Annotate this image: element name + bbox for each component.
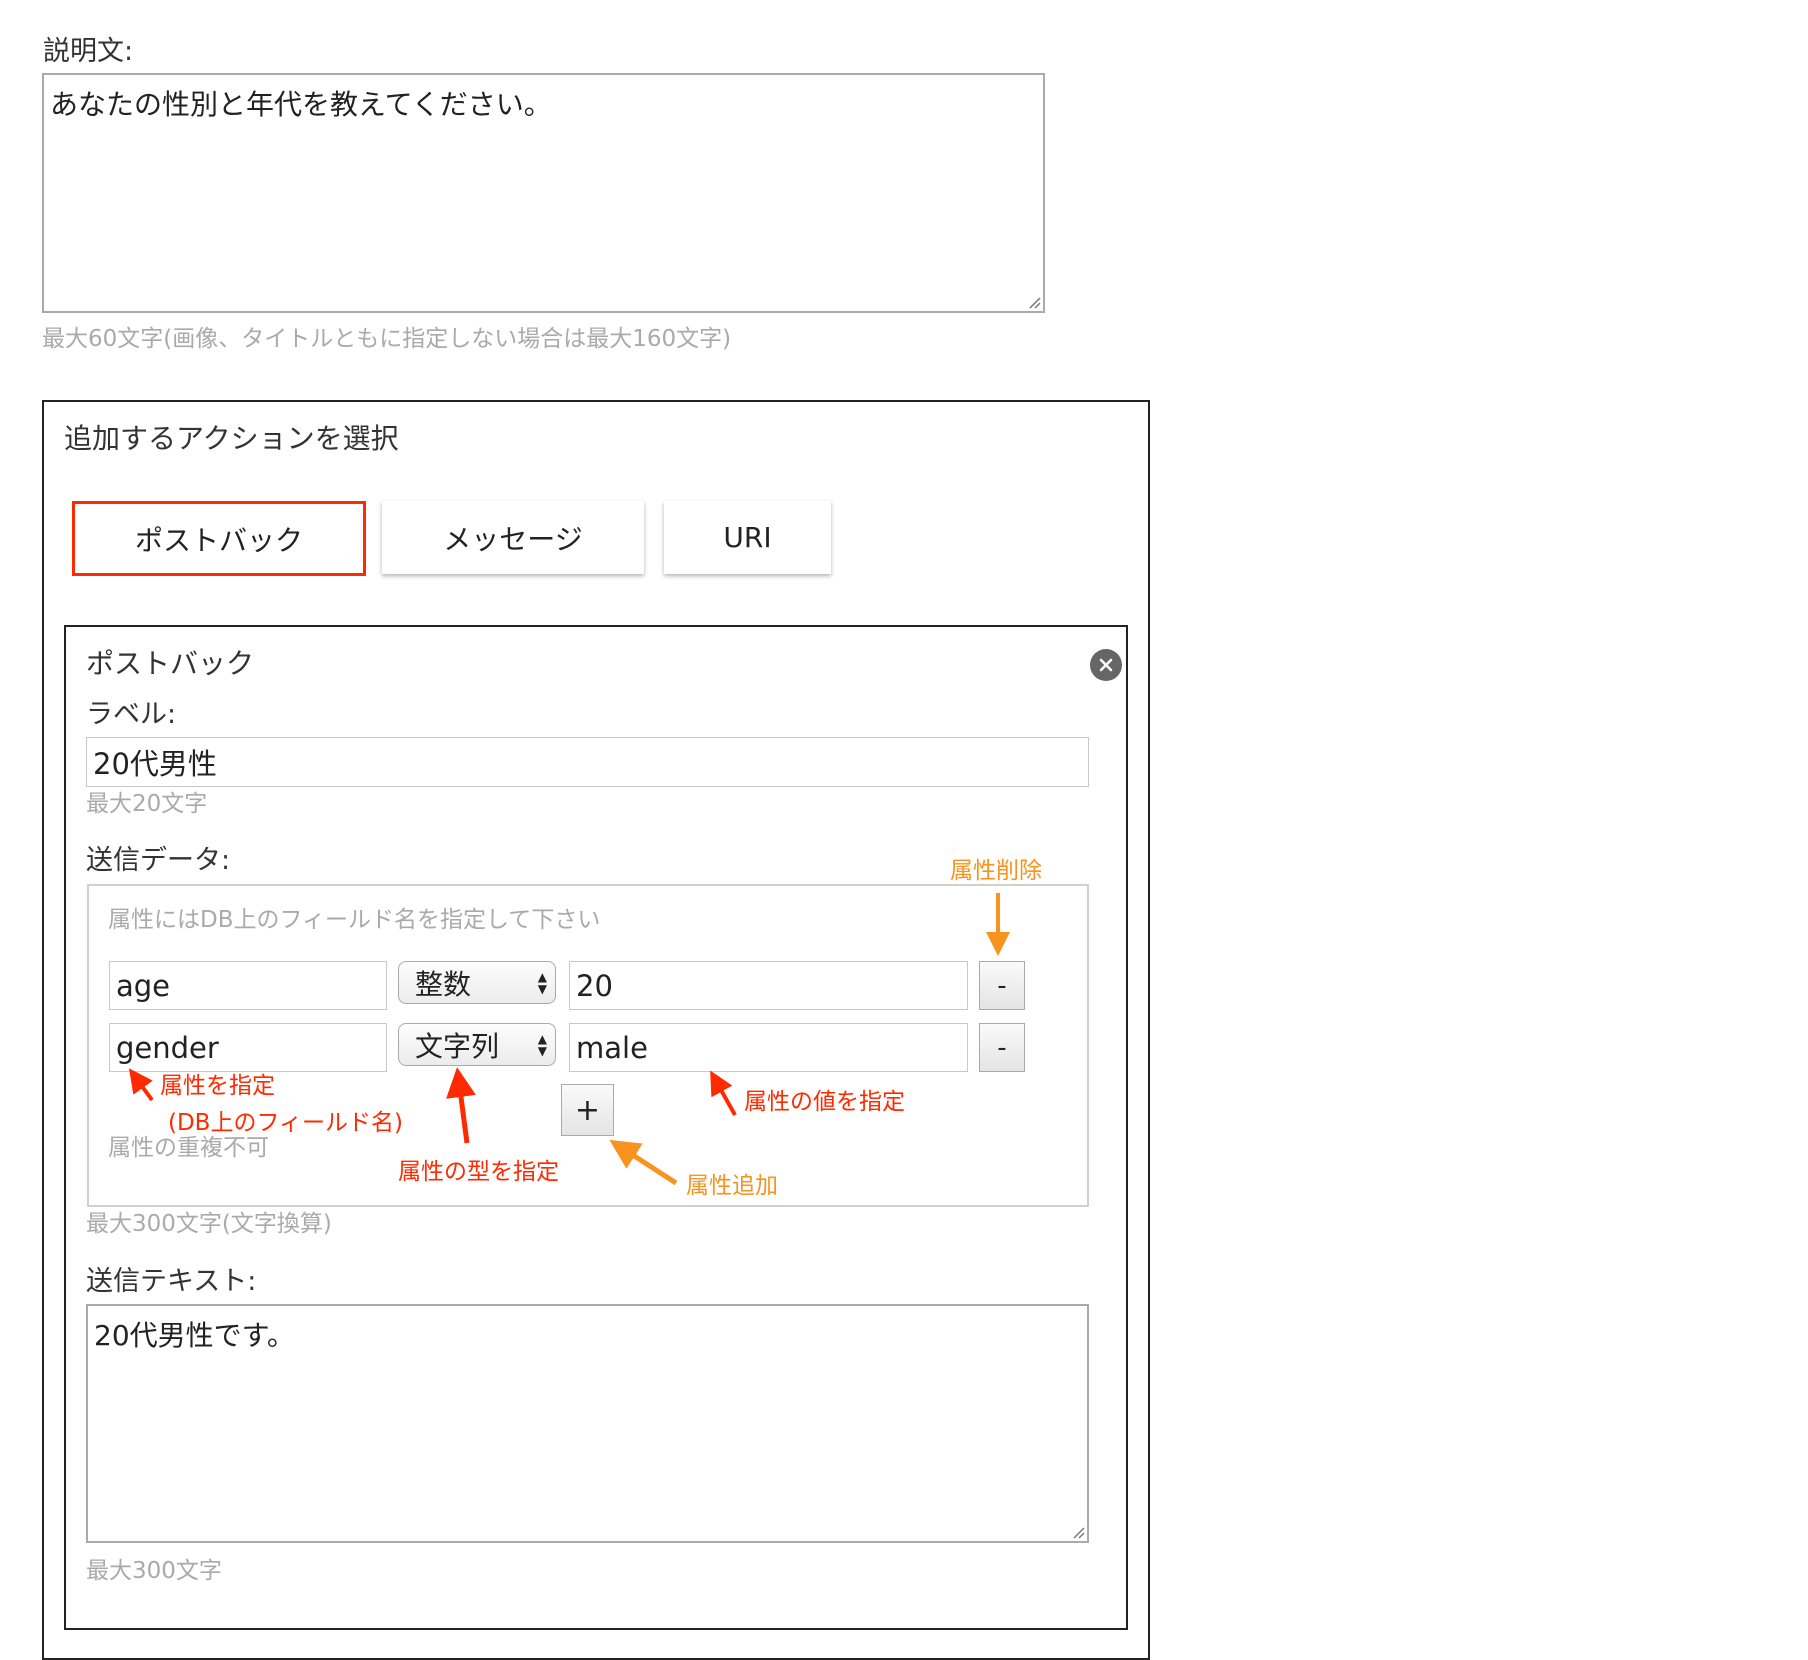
type-selected: 整数 [415, 967, 472, 1001]
annotation-add-attr: 属性追加 [686, 1173, 778, 1199]
description-textarea[interactable]: あなたの性別と年代を教えてください。 [42, 73, 1045, 313]
close-circle-icon[interactable] [1090, 649, 1122, 681]
label-field-label: ラベル: [86, 699, 177, 730]
remove-attribute-button[interactable]: - [979, 961, 1025, 1010]
add-attribute-button[interactable]: + [561, 1084, 614, 1136]
value-input[interactable]: male [569, 1023, 968, 1072]
attribute-value: age [116, 968, 171, 1003]
description-hint: 最大60文字(画像、タイトルともに指定しない場合は最大160文字) [42, 326, 732, 352]
label-input-value: 20代男性 [93, 747, 217, 781]
tab-postback[interactable]: ポストバック [72, 501, 366, 576]
send-text-value: 20代男性です。 [94, 1319, 295, 1352]
annotation-specify-type: 属性の型を指定 [398, 1159, 559, 1185]
label-input[interactable]: 20代男性 [86, 737, 1089, 787]
send-text-textarea[interactable]: 20代男性です。 [86, 1304, 1089, 1543]
type-select[interactable]: 整数 ▲ ▼ [398, 961, 556, 1004]
tab-label: ポストバック [134, 523, 303, 557]
minus-icon: - [997, 970, 1007, 1001]
minus-icon: - [997, 1032, 1007, 1063]
send-data-label: 送信データ: [86, 845, 231, 876]
send-text-hint: 最大300文字 [86, 1558, 222, 1584]
value-text: male [576, 1030, 648, 1065]
tab-label: URI [723, 521, 772, 554]
plus-icon: + [574, 1092, 601, 1128]
tab-uri[interactable]: URI [664, 501, 831, 574]
description-value: あなたの性別と年代を教えてください。 [50, 88, 552, 121]
annotation-remove-attr: 属性削除 [950, 858, 1042, 884]
label-hint: 最大20文字 [86, 791, 208, 817]
description-label: 説明文: [43, 36, 134, 67]
attribute-input[interactable]: age [109, 961, 387, 1010]
action-select-title: 追加するアクションを選択 [64, 422, 399, 455]
send-data-hint-top: 属性にはDB上のフィールド名を指定して下さい [108, 907, 601, 933]
postback-title: ポストバック [86, 647, 255, 680]
remove-attribute-button[interactable]: - [979, 1023, 1025, 1072]
value-text: 20 [576, 968, 613, 1003]
send-data-hint-bottom: 属性の重複不可 [108, 1135, 269, 1161]
type-selected: 文字列 [415, 1029, 500, 1063]
tab-label: メッセージ [443, 522, 583, 556]
attribute-input[interactable]: gender [109, 1023, 387, 1072]
send-text-label: 送信テキスト: [86, 1266, 257, 1297]
select-arrows-icon: ▲ ▼ [537, 1031, 547, 1058]
select-arrows-icon: ▲ ▼ [537, 969, 547, 996]
annotation-specify-attr: 属性を指定 [160, 1073, 275, 1099]
send-data-limit: 最大300文字(文字換算) [86, 1211, 332, 1237]
tab-message[interactable]: メッセージ [382, 501, 644, 574]
annotation-specify-value: 属性の値を指定 [744, 1089, 905, 1115]
resize-grip-icon[interactable] [1071, 1525, 1085, 1539]
annotation-specify-attr-note: (DB上のフィールド名) [168, 1110, 403, 1136]
attribute-value: gender [116, 1030, 219, 1065]
resize-grip-icon[interactable] [1027, 295, 1041, 309]
value-input[interactable]: 20 [569, 961, 968, 1010]
type-select[interactable]: 文字列 ▲ ▼ [398, 1023, 556, 1066]
